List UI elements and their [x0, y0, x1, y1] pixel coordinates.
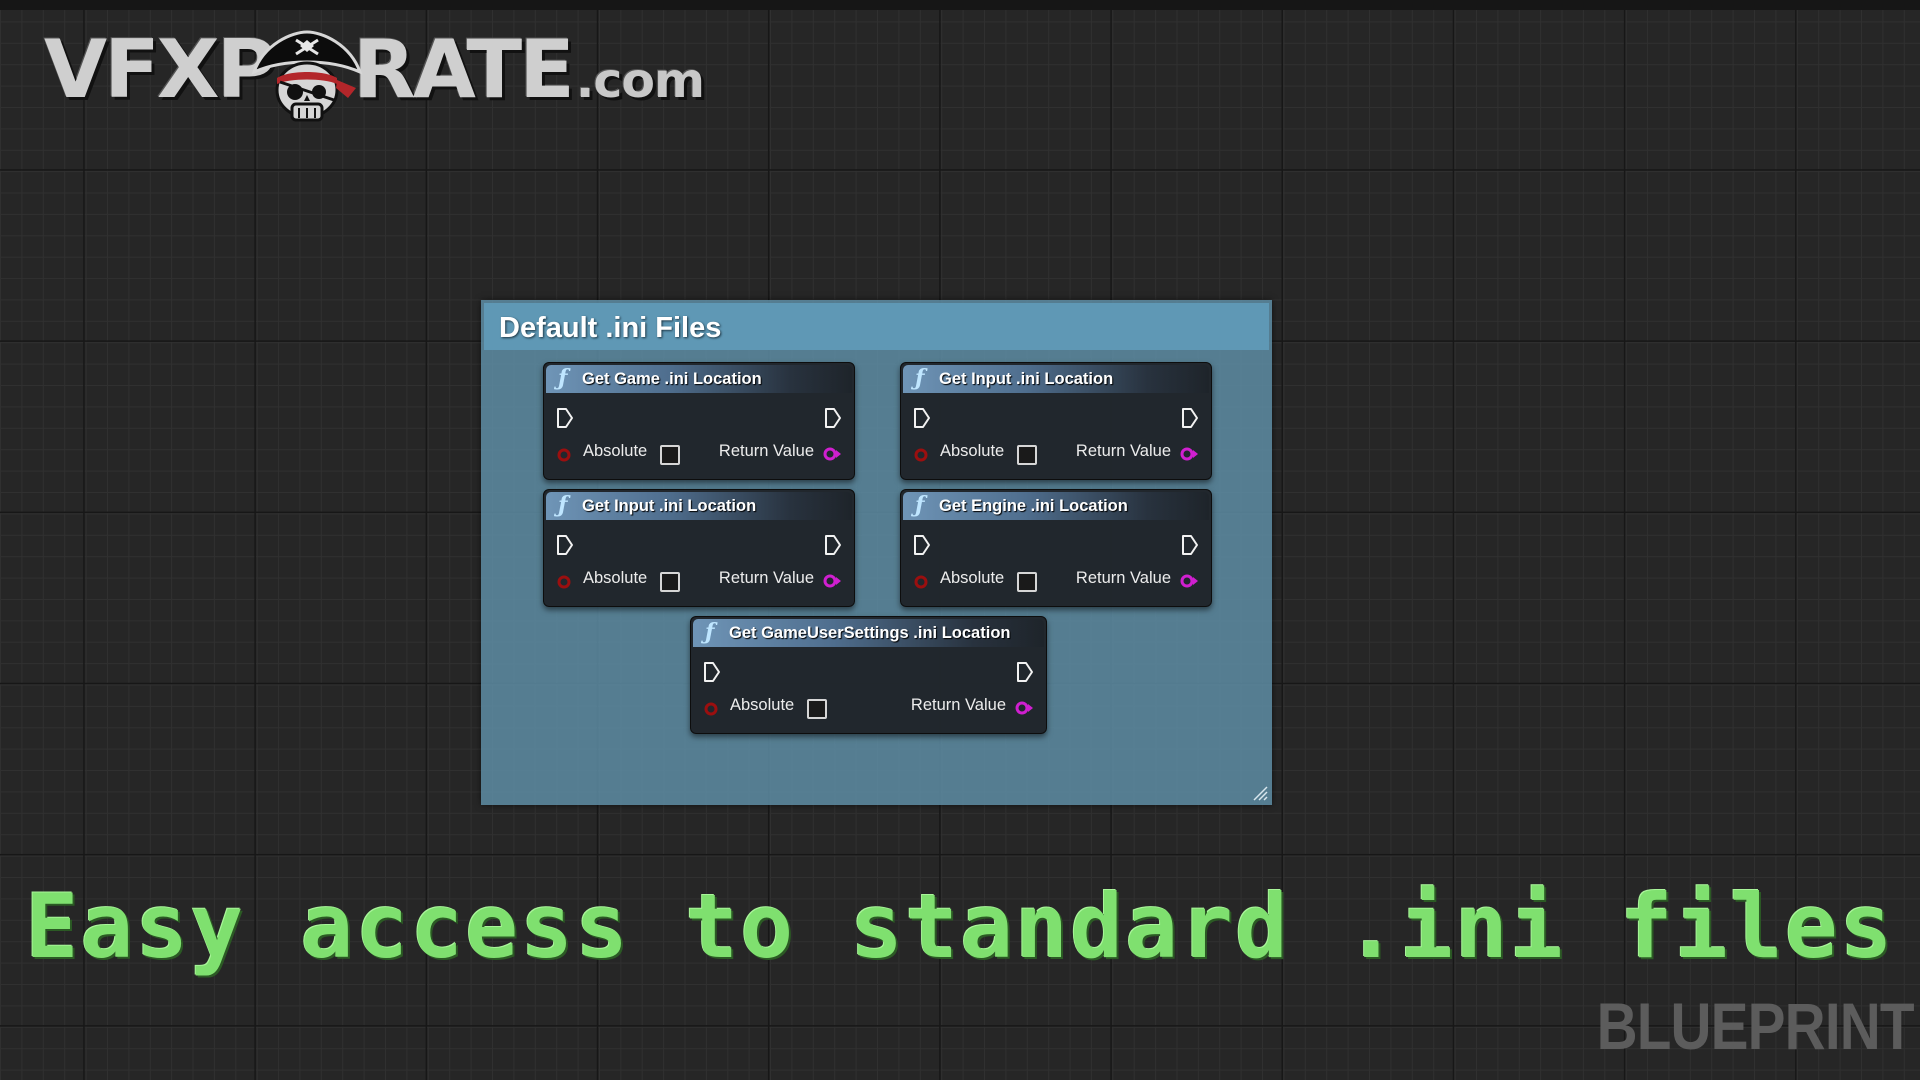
vfxpirate-logo: VFXP RATE .com	[44, 22, 705, 122]
node-header[interactable]: ƒ Get Input .ini Location	[903, 365, 1209, 393]
function-icon: ƒ	[915, 492, 925, 518]
bool-pin-icon[interactable]	[556, 574, 572, 590]
top-bar	[0, 0, 1920, 10]
node-title: Get Game .ini Location	[582, 370, 762, 388]
return-value-label: Return Value	[1075, 442, 1171, 460]
exec-in-pin-icon[interactable]	[556, 534, 574, 556]
node-get-gameusersettings-ini-location[interactable]: ƒ Get GameUserSettings .ini Location Abs…	[690, 616, 1047, 734]
exec-in-pin-icon[interactable]	[703, 661, 721, 683]
comment-header[interactable]: Default .ini Files	[484, 303, 1269, 350]
node-header[interactable]: ƒ Get GameUserSettings .ini Location	[693, 619, 1044, 647]
exec-in-pin-icon[interactable]	[913, 407, 931, 429]
string-pin-icon[interactable]	[1179, 572, 1199, 590]
function-icon: ƒ	[558, 492, 568, 518]
function-icon: ƒ	[705, 619, 715, 645]
node-get-engine-ini-location[interactable]: ƒ Get Engine .ini Location Absolute Retu…	[900, 489, 1212, 607]
node-get-game-ini-location[interactable]: ƒ Get Game .ini Location Absolute Return…	[543, 362, 855, 480]
exec-out-pin-icon[interactable]	[1181, 534, 1199, 556]
bool-pin-icon[interactable]	[913, 574, 929, 590]
logo-suffix: .com	[575, 53, 705, 109]
return-value-label: Return Value	[1075, 569, 1171, 587]
comment-box[interactable]: Default .ini Files ƒ Get Game .ini Locat…	[481, 300, 1272, 805]
resize-grip-icon[interactable]	[1250, 783, 1268, 801]
exec-out-pin-icon[interactable]	[824, 407, 842, 429]
function-icon: ƒ	[915, 365, 925, 391]
node-get-input-ini-location[interactable]: ƒ Get Input .ini Location Absolute Retur…	[900, 362, 1212, 480]
string-pin-icon[interactable]	[1179, 445, 1199, 463]
exec-in-pin-icon[interactable]	[913, 534, 931, 556]
absolute-label: Absolute	[583, 442, 648, 460]
exec-out-pin-icon[interactable]	[1181, 407, 1199, 429]
node-title: Get Engine .ini Location	[939, 497, 1128, 515]
node-header[interactable]: ƒ Get Input .ini Location	[546, 492, 852, 520]
absolute-label: Absolute	[940, 569, 1005, 587]
absolute-checkbox[interactable]	[807, 699, 827, 719]
bool-pin-icon[interactable]	[556, 447, 572, 463]
comment-title: Default .ini Files	[499, 312, 722, 344]
logo-text: VFXP RATE .com	[44, 22, 705, 129]
blueprint-watermark: BLUEPRINT	[1596, 989, 1915, 1063]
bool-pin-icon[interactable]	[703, 701, 719, 717]
node-title: Get GameUserSettings .ini Location	[729, 624, 1011, 642]
node-header[interactable]: ƒ Get Engine .ini Location	[903, 492, 1209, 520]
exec-in-pin-icon[interactable]	[556, 407, 574, 429]
string-pin-icon[interactable]	[822, 445, 842, 463]
return-value-label: Return Value	[718, 569, 814, 587]
string-pin-icon[interactable]	[1014, 699, 1034, 717]
node-get-input-ini-location[interactable]: ƒ Get Input .ini Location Absolute Retur…	[543, 489, 855, 607]
absolute-label: Absolute	[583, 569, 648, 587]
absolute-checkbox[interactable]	[1017, 445, 1037, 465]
logo-text-part-1: VFXP	[44, 23, 276, 116]
absolute-checkbox[interactable]	[660, 572, 680, 592]
absolute-checkbox[interactable]	[660, 445, 680, 465]
pirate-skull-icon	[251, 30, 363, 122]
caption-text: Easy access to standard .ini files	[25, 875, 1895, 978]
return-value-label: Return Value	[910, 696, 1006, 714]
string-pin-icon[interactable]	[822, 572, 842, 590]
exec-out-pin-icon[interactable]	[824, 534, 842, 556]
exec-out-pin-icon[interactable]	[1016, 661, 1034, 683]
logo-text-part-2: RATE	[352, 23, 575, 116]
node-title: Get Input .ini Location	[939, 370, 1114, 388]
function-icon: ƒ	[558, 365, 568, 391]
node-title: Get Input .ini Location	[582, 497, 757, 515]
bool-pin-icon[interactable]	[913, 447, 929, 463]
node-header[interactable]: ƒ Get Game .ini Location	[546, 365, 852, 393]
absolute-label: Absolute	[940, 442, 1005, 460]
return-value-label: Return Value	[718, 442, 814, 460]
absolute-checkbox[interactable]	[1017, 572, 1037, 592]
absolute-label: Absolute	[730, 696, 795, 714]
